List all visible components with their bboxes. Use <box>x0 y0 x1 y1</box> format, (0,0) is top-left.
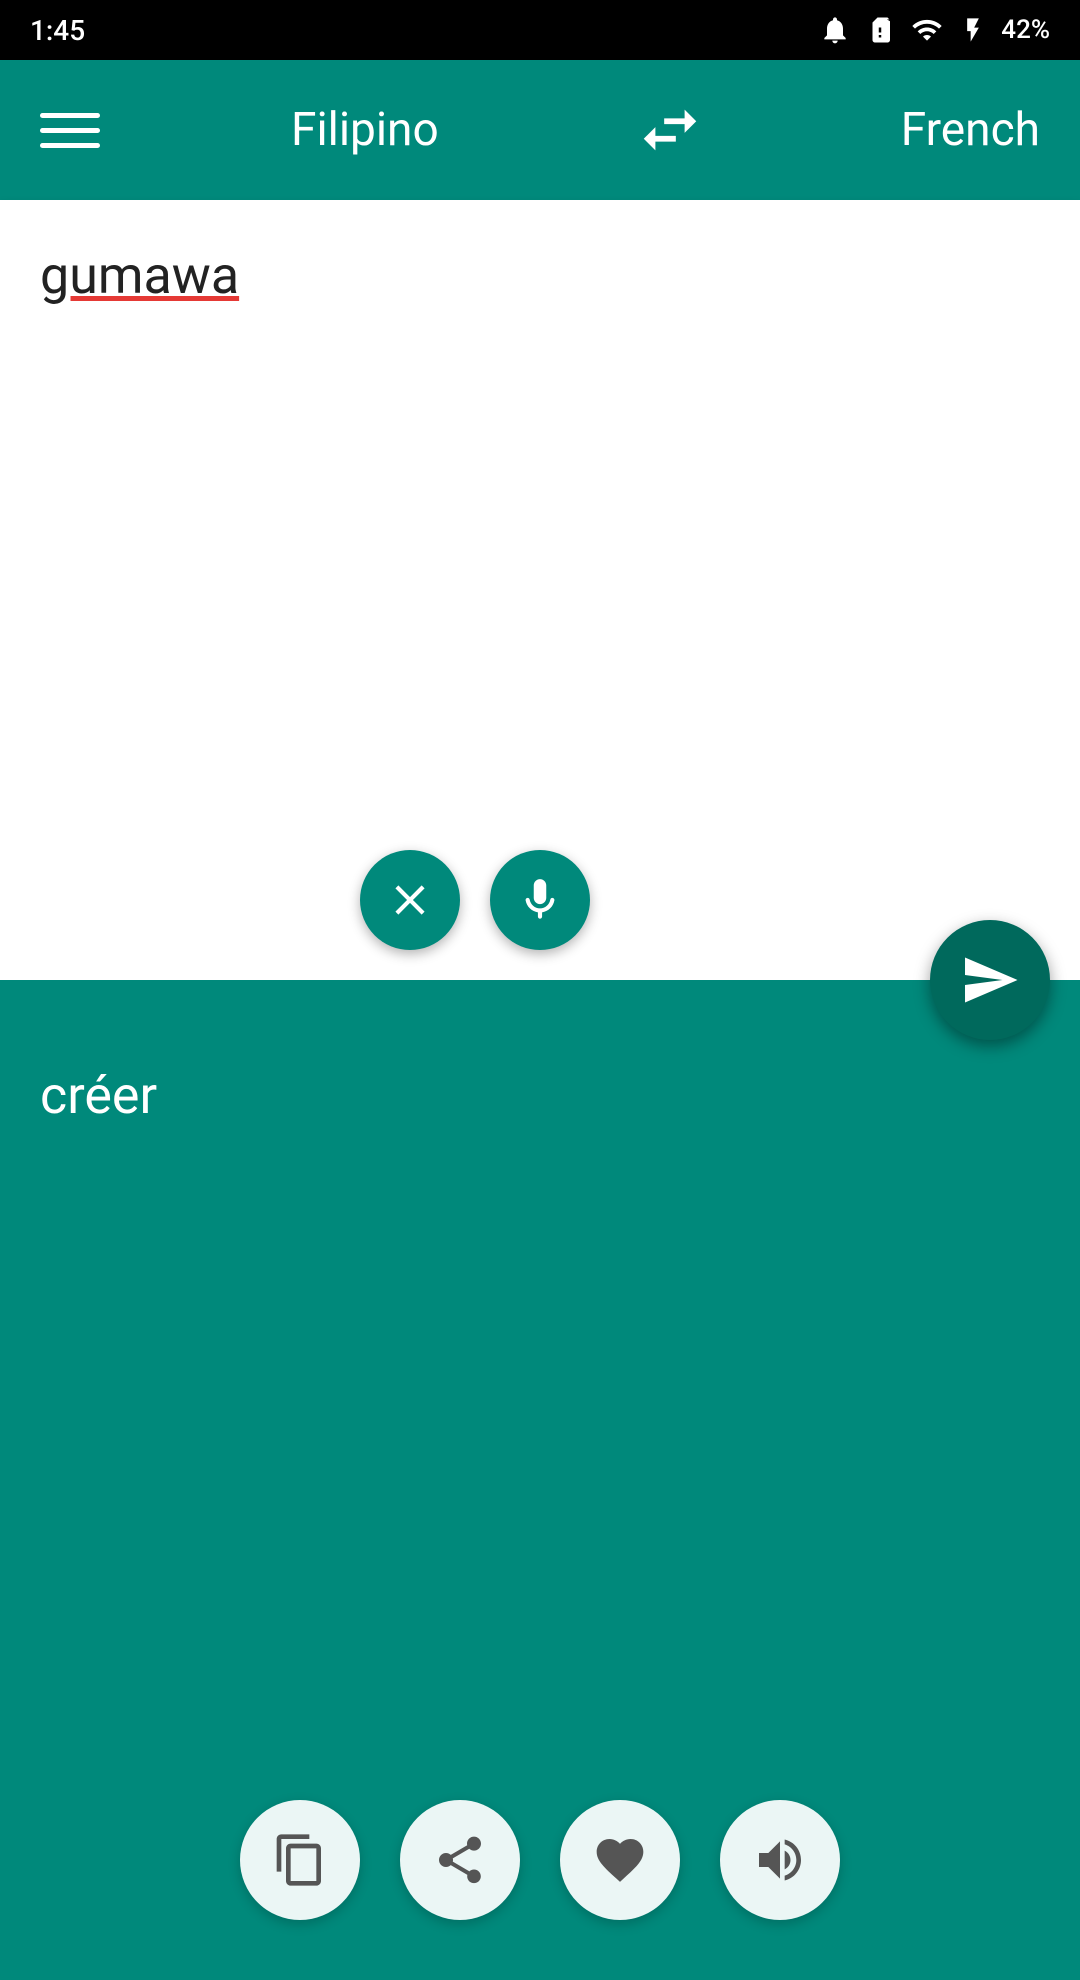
time-display: 1:45 <box>30 14 85 47</box>
source-text[interactable]: gumawa <box>40 240 1040 313</box>
swap-languages-button[interactable] <box>630 90 710 170</box>
input-action-buttons <box>360 850 590 950</box>
toolbar: Filipino French <box>0 60 1080 200</box>
microphone-button[interactable] <box>490 850 590 950</box>
target-language[interactable]: French <box>901 103 1040 157</box>
share-button[interactable] <box>400 1800 520 1920</box>
clear-button[interactable] <box>360 850 460 950</box>
status-bar: 1:45 42% <box>0 0 1080 60</box>
output-action-buttons <box>240 1800 840 1920</box>
copy-button[interactable] <box>240 1800 360 1920</box>
favorite-button[interactable] <box>560 1800 680 1920</box>
source-language[interactable]: Filipino <box>291 103 439 157</box>
alarm-icon <box>819 14 851 46</box>
sim-icon <box>865 15 895 45</box>
menu-button[interactable] <box>40 113 100 148</box>
translated-text: créer <box>40 1060 1040 1133</box>
translate-button[interactable] <box>930 920 1050 1040</box>
output-section: créer <box>0 980 1080 1980</box>
battery-display: 42% <box>1001 15 1050 45</box>
input-section: gumawa <box>0 200 1080 980</box>
charging-icon <box>959 14 987 46</box>
signal-icon <box>909 14 945 46</box>
speak-button[interactable] <box>720 1800 840 1920</box>
